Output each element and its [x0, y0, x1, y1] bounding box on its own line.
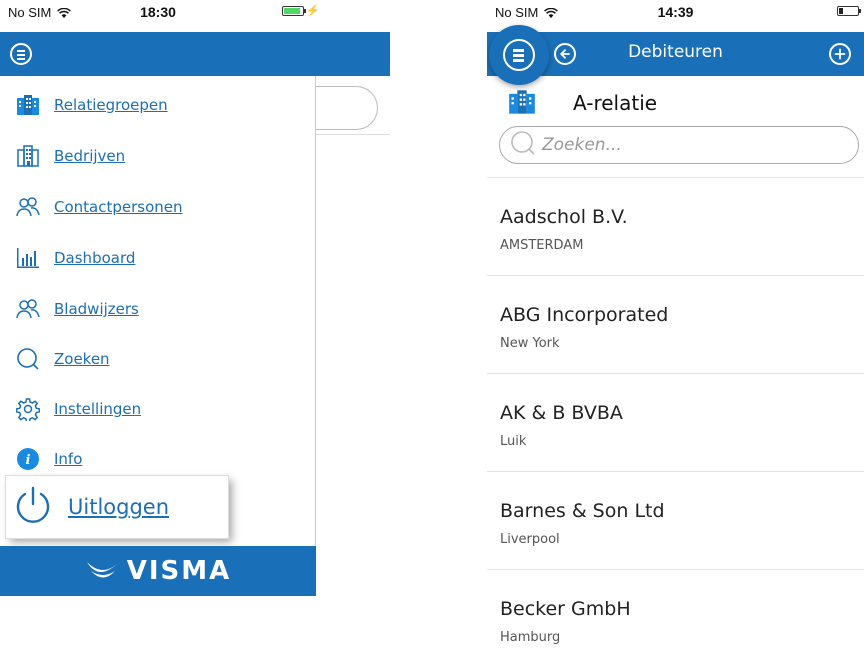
menu-item-dashboard[interactable]: Dashboard: [16, 243, 135, 273]
menu-item-label: Zoeken: [54, 350, 110, 368]
menu-item-label: Relatiegroepen: [54, 96, 168, 114]
relation-group-header[interactable]: A-relatie: [487, 86, 864, 120]
building-icon: [16, 144, 40, 168]
left-phone-screen: No SIM 18:30 ⚡ Relatiegroepen Bedrijven: [0, 0, 390, 666]
menu-item-label: Info: [54, 450, 83, 468]
menu-button[interactable]: [489, 25, 549, 85]
status-bar: No SIM 18:30 ⚡: [0, 0, 320, 24]
search-icon: [16, 347, 40, 371]
background-search-field: [316, 86, 378, 130]
status-time: 14:39: [657, 4, 694, 20]
customer-city: AMSTERDAM: [500, 238, 584, 253]
customer-name: ABG Incorporated: [500, 304, 669, 326]
top-navigation-bar: [0, 32, 390, 76]
customer-city: Luik: [500, 434, 527, 449]
right-phone-screen: No SIM 14:39 Debiteuren A-relatie Zoeken…: [487, 0, 864, 666]
charging-icon: ⚡: [306, 5, 320, 17]
visma-logo-icon: [85, 558, 121, 584]
svg-text:i: i: [26, 453, 31, 468]
people-icon: [16, 297, 40, 321]
search-icon: [510, 130, 536, 160]
brand-name: VISMA: [126, 556, 232, 586]
logout-button[interactable]: Uitloggen: [6, 476, 228, 538]
menu-item-label: Contactpersonen: [54, 198, 183, 216]
menu-item-zoeken[interactable]: Zoeken: [16, 344, 110, 374]
building-group-icon: [16, 93, 40, 117]
list-item[interactable]: Aadschol B.V. AMSTERDAM: [487, 177, 864, 275]
battery-fill: [839, 8, 843, 14]
battery-icon: [282, 6, 306, 16]
customer-name: Aadschol B.V.: [500, 206, 628, 228]
customer-city: Hamburg: [500, 630, 561, 645]
divider: [316, 134, 390, 135]
search-input[interactable]: Zoeken...: [499, 126, 859, 164]
menu-item-relatiegroepen[interactable]: Relatiegroepen: [16, 90, 168, 120]
menu-item-label: Bedrijven: [54, 147, 126, 165]
logout-label: Uitloggen: [68, 495, 170, 519]
list-item[interactable]: ABG Incorporated New York: [487, 275, 864, 373]
list-item[interactable]: Becker GmbH Hamburg: [487, 569, 864, 666]
relation-group-label: A-relatie: [573, 91, 658, 115]
status-time: 18:30: [140, 4, 176, 20]
menu-item-label: Bladwijzers: [54, 300, 139, 318]
battery-fill: [284, 8, 301, 14]
menu-icon[interactable]: [10, 43, 32, 65]
list-item[interactable]: AK & B BVBA Luik: [487, 373, 864, 471]
list-item[interactable]: Barnes & Son Ltd Liverpool: [487, 471, 864, 569]
customer-city: Liverpool: [500, 532, 560, 547]
power-icon: [14, 485, 52, 529]
customer-name: Becker GmbH: [500, 598, 631, 620]
status-bar: No SIM 14:39: [487, 0, 864, 24]
brand-footer: VISMA: [0, 546, 316, 596]
menu-item-info[interactable]: i Info: [16, 444, 82, 474]
customer-name: AK & B BVBA: [500, 402, 623, 424]
battery-icon: [837, 6, 861, 16]
bar-chart-icon: [16, 246, 40, 270]
gear-icon: [16, 397, 40, 421]
menu-item-contactpersonen[interactable]: Contactpersonen: [16, 192, 183, 222]
menu-item-bladwijzers[interactable]: Bladwijzers: [16, 294, 139, 324]
people-icon: [16, 195, 40, 219]
building-group-icon: [508, 89, 536, 119]
search-placeholder: Zoeken...: [542, 135, 622, 155]
menu-icon: [503, 39, 535, 71]
menu-item-bedrijven[interactable]: Bedrijven: [16, 141, 125, 171]
customer-city: New York: [500, 336, 560, 351]
info-icon: i: [16, 447, 40, 471]
menu-item-label: Dashboard: [54, 249, 136, 267]
menu-item-instellingen[interactable]: Instellingen: [16, 394, 141, 424]
menu-item-label: Instellingen: [54, 400, 142, 418]
customer-name: Barnes & Son Ltd: [500, 500, 665, 522]
